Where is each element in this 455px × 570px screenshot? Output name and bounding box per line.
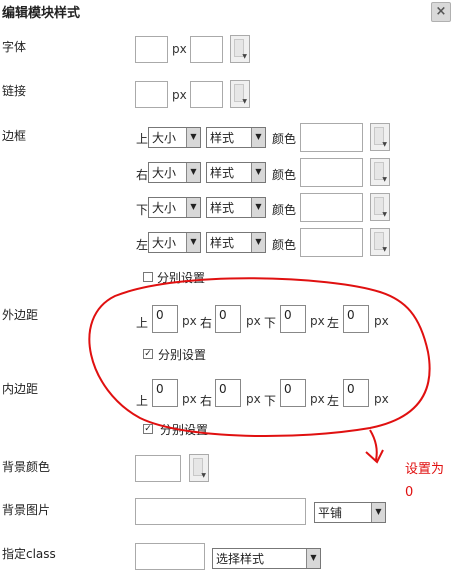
- annotation-text: 设置为: [405, 462, 445, 477]
- annotation-value: 0: [405, 485, 414, 500]
- annotation-drawing: [88, 277, 431, 464]
